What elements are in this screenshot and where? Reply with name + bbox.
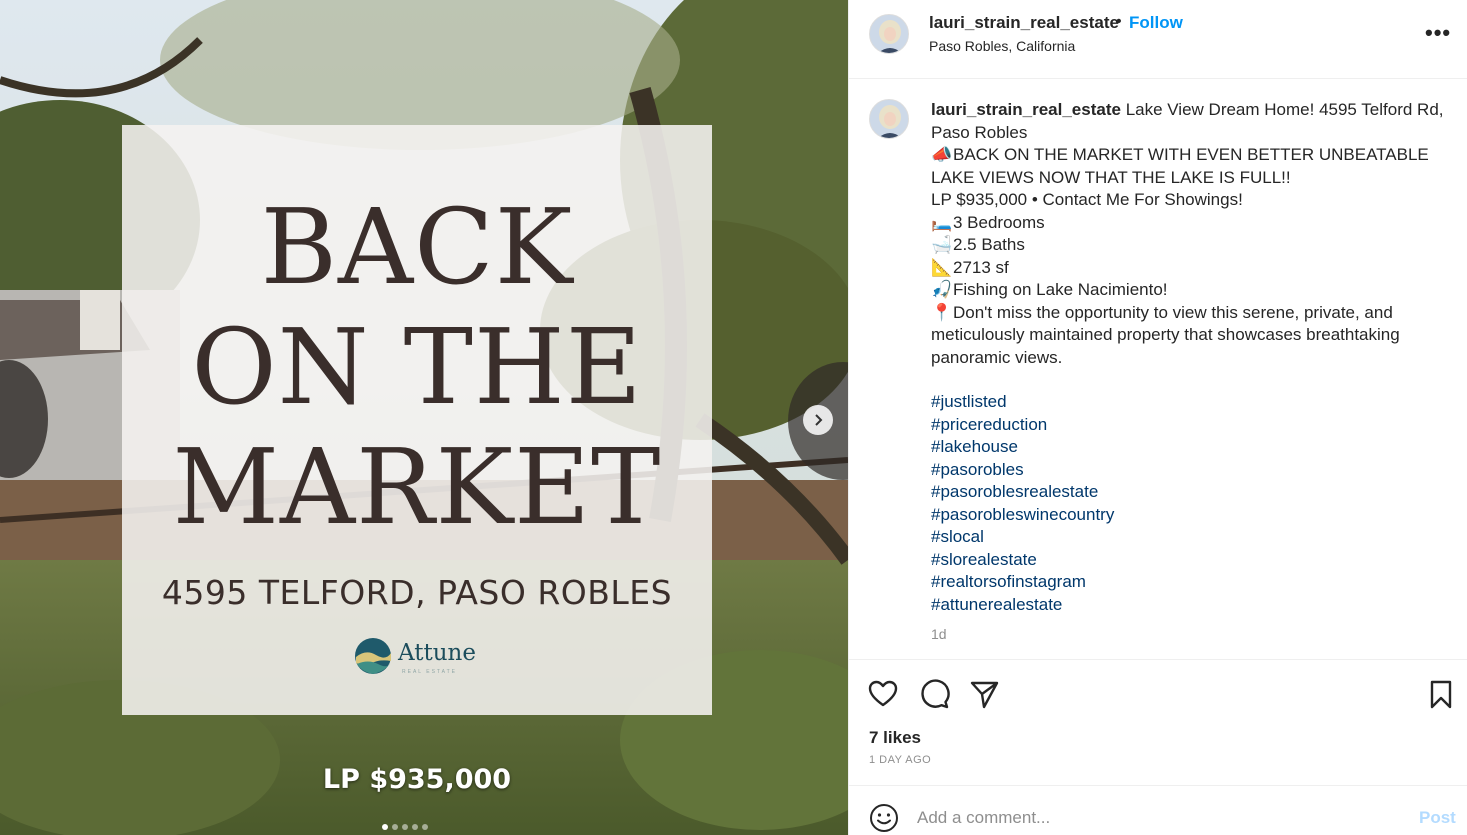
hashtag-link[interactable]: #slocal [931, 526, 1331, 549]
ruler-icon: 📐 [931, 257, 953, 277]
follow-button[interactable]: Follow [1129, 13, 1183, 33]
comment-input[interactable] [917, 804, 1397, 832]
hashtag-list: #justlisted #pricereduction #lakehouse #… [931, 391, 1331, 616]
caption-line: 🛏️3 Bedrooms [931, 212, 1446, 235]
price-overlay: LP $935,000 [322, 764, 512, 795]
hashtag-link[interactable]: #lakehouse [931, 436, 1331, 459]
headline-line: MARKET [172, 426, 662, 548]
heart-icon[interactable] [867, 678, 899, 710]
hashtag-link[interactable]: #attunerealestate [931, 594, 1331, 617]
caption-line: 📍Don't miss the opportunity to view this… [931, 302, 1446, 370]
hashtag-link[interactable]: #justlisted [931, 391, 1331, 414]
caption-line-text: BACK ON THE MARKET WITH EVEN BETTER UNBE… [931, 145, 1429, 187]
caption-line: 📐2713 sf [931, 257, 1446, 280]
carousel-dot [382, 824, 388, 830]
fishing-icon: 🎣 [931, 280, 953, 299]
avatar[interactable] [869, 14, 909, 54]
share-icon[interactable] [968, 678, 1000, 710]
caption-line-text: 3 Bedrooms [953, 212, 1045, 232]
caption-line-text: Don't miss the opportunity to view this … [931, 302, 1400, 367]
username[interactable]: lauri_strain_real_estate [929, 13, 1119, 33]
headline-line: BACK [260, 186, 574, 308]
caption-line: 📣BACK ON THE MARKET WITH EVEN BETTER UNB… [931, 144, 1446, 189]
caption-line: 🎣Fishing on Lake Nacimiento! [931, 279, 1446, 302]
headline: BACK ON THE MARKET [122, 187, 712, 547]
carousel-dot [422, 824, 428, 830]
chevron-right-icon [815, 414, 823, 426]
caption-line: LP $935,000 • Contact Me For Showings! [931, 189, 1446, 212]
megaphone-icon: 📣 [931, 145, 953, 164]
carousel-dots [382, 824, 428, 830]
caption-line-text: 2713 sf [953, 257, 1009, 277]
caption-line-text: 2.5 Baths [953, 235, 1025, 254]
emoji-icon[interactable] [869, 803, 899, 833]
comment-bar: Post [849, 785, 1467, 835]
caption-username[interactable]: lauri_strain_real_estate [931, 100, 1121, 119]
hashtag-link[interactable]: #slorealestate [931, 549, 1331, 572]
bathtub-icon: 🛁 [931, 235, 953, 254]
hashtag-link[interactable]: #pasoroblesrealestate [931, 481, 1331, 504]
announcement-card: BACK ON THE MARKET 4595 TELFORD, PASO RO… [122, 125, 712, 715]
caption-line-text: LP $935,000 • Contact Me For Showings! [931, 190, 1243, 209]
pin-icon: 📍 [931, 302, 953, 322]
carousel-dot [402, 824, 408, 830]
comment-icon[interactable] [918, 678, 950, 710]
post-button[interactable]: Post [1419, 808, 1456, 828]
caption-section: lauri_strain_real_estate Lake View Dream… [849, 80, 1467, 660]
hashtag-link[interactable]: #realtorsofinstagram [931, 571, 1331, 594]
more-options-icon[interactable]: ••• [1425, 20, 1451, 46]
caption-text: lauri_strain_real_estate Lake View Dream… [931, 99, 1446, 369]
caption-line: 🛁2.5 Baths [931, 234, 1446, 257]
hashtag-link[interactable]: #pasorobles [931, 459, 1331, 482]
post-date: 1 DAY AGO [869, 754, 932, 766]
avatar[interactable] [869, 99, 909, 139]
bookmark-icon[interactable] [1425, 678, 1457, 710]
caption-line-text: Fishing on Lake Nacimiento! [953, 280, 1168, 299]
listing-address: 4595 TELFORD, PASO ROBLES [161, 573, 673, 612]
logo-name: Attune [398, 640, 476, 666]
attune-logo-icon [355, 638, 391, 674]
hashtag-link[interactable]: #pasorobleswinecountry [931, 504, 1331, 527]
profile-photo [870, 100, 908, 138]
headline-line: ON THE [191, 306, 643, 428]
next-photo-button[interactable] [803, 405, 833, 435]
carousel-dot [392, 824, 398, 830]
separator-dot: • [1116, 13, 1122, 30]
post-media[interactable]: BACK ON THE MARKET 4595 TELFORD, PASO RO… [0, 0, 848, 835]
bed-icon: 🛏️ [931, 212, 953, 232]
attune-logo: Attune REAL ESTATE [354, 637, 484, 679]
caption-time: 1d [931, 626, 947, 642]
profile-photo [870, 15, 908, 53]
post-header: lauri_strain_real_estate • Follow Paso R… [849, 0, 1467, 79]
location[interactable]: Paso Robles, California [929, 38, 1075, 54]
post-panel: lauri_strain_real_estate • Follow Paso R… [848, 0, 1467, 835]
action-bar [849, 661, 1467, 726]
carousel-dot [412, 824, 418, 830]
hashtag-link[interactable]: #pricereduction [931, 414, 1331, 437]
logo-subtitle: REAL ESTATE [402, 669, 457, 675]
likes-count[interactable]: 7 likes [869, 728, 921, 748]
